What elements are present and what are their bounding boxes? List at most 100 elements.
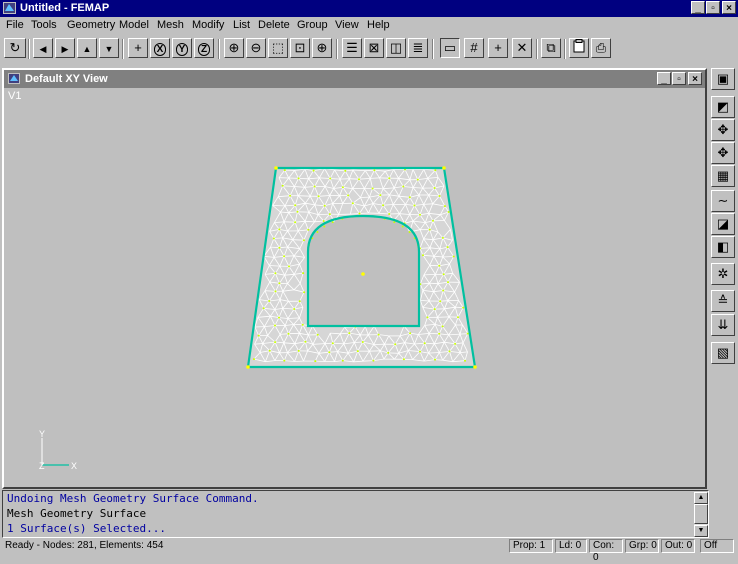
pan-right-icon: ▶ — [62, 44, 69, 54]
solid-view-button[interactable]: ◫ — [386, 38, 406, 58]
mesh-node — [269, 350, 271, 352]
view-maximize-button[interactable]: ▫ — [672, 72, 686, 85]
mesh-node — [329, 178, 331, 180]
mesh-node — [304, 341, 306, 343]
pan-up-button[interactable]: ▲ — [77, 38, 97, 58]
print-button[interactable]: ⎙ — [591, 38, 611, 58]
mesh-node — [258, 335, 260, 337]
scroll-thumb[interactable] — [694, 504, 708, 524]
grid-button[interactable]: # — [464, 38, 484, 58]
mesh-node — [402, 186, 404, 188]
mesh-node — [303, 239, 305, 241]
zoom-out-button[interactable]: ⊖ — [246, 38, 266, 58]
constraint-button[interactable]: ≙ — [711, 290, 735, 312]
pan-down-button[interactable]: ▼ — [99, 38, 119, 58]
pan-right-button[interactable]: ▶ — [55, 38, 75, 58]
mesh-node — [278, 317, 280, 319]
rotate-view-button[interactable]: ↻ — [4, 38, 26, 58]
menu-help[interactable]: Help — [367, 19, 390, 31]
minimize-button[interactable]: _ — [691, 1, 705, 14]
scroll-up-button[interactable]: ▲ — [694, 492, 708, 504]
node-button[interactable]: ✥ — [711, 142, 735, 164]
femap-app-icon[interactable] — [3, 2, 16, 14]
perspective-button[interactable]: ◩ — [711, 96, 735, 118]
mesh-edge — [443, 257, 454, 258]
rotate-z-button[interactable]: Z — [194, 38, 214, 58]
zoom-in-button[interactable]: ⊕ — [224, 38, 244, 58]
mesh-node — [273, 238, 275, 240]
mesh-node — [299, 300, 301, 302]
mesh-edge — [424, 274, 436, 275]
mesh-node — [297, 211, 299, 213]
workplane-button[interactable]: + — [488, 38, 508, 58]
curve-button[interactable]: ∼ — [711, 190, 735, 212]
mesh-node — [278, 247, 280, 249]
menu-view[interactable]: View — [335, 19, 359, 31]
view-minimize-button[interactable]: _ — [657, 72, 671, 85]
mesh-node — [372, 360, 374, 362]
menu-geometry[interactable]: Geometry — [67, 19, 115, 31]
graphics-area[interactable]: V1 Y X Z — [4, 88, 705, 487]
view-window-icon[interactable] — [8, 73, 20, 84]
layers-button[interactable]: ≣ — [408, 38, 428, 58]
contour-button[interactable]: ▧ — [711, 342, 735, 364]
mesh-node — [447, 246, 449, 248]
rotate-y-button[interactable]: Y — [172, 38, 192, 58]
explode-button[interactable]: ✥ — [711, 119, 735, 141]
maximize-button[interactable]: ▫ — [706, 1, 720, 14]
zoom-box-button[interactable]: ⬚ — [268, 38, 288, 58]
mesh-node — [362, 341, 364, 343]
crosshair-button[interactable]: ⊕ — [312, 38, 332, 58]
menu-model[interactable]: Model — [119, 19, 149, 31]
surface-button[interactable]: ◪ — [711, 213, 735, 235]
message-panel[interactable]: Undoing Mesh Geometry Surface Command. M… — [2, 490, 709, 538]
delete-button[interactable]: ✕ — [512, 38, 532, 58]
grid-icon: # — [470, 40, 477, 55]
clipboard-icon — [573, 41, 585, 56]
window-button[interactable]: ▭ — [440, 38, 460, 58]
mesh-node — [464, 360, 466, 362]
autoscale-button[interactable]: ⊡ — [290, 38, 310, 58]
menu-modify[interactable]: Modify — [192, 19, 224, 31]
close-button[interactable]: × — [722, 1, 736, 14]
rotate-z-icon: Z — [198, 43, 210, 56]
pan-left-button[interactable]: ◀ — [33, 38, 53, 58]
copy-view-button[interactable]: ⧉ — [541, 38, 561, 58]
load-button[interactable]: ⇊ — [711, 314, 735, 336]
mesh-node — [314, 360, 316, 362]
rotate-x-button[interactable]: X — [150, 38, 170, 58]
message-scrollbar[interactable]: ▲ ▼ — [694, 492, 708, 537]
view-close-button[interactable]: × — [688, 72, 702, 85]
menu-mesh[interactable]: Mesh — [157, 19, 184, 31]
view-options-button[interactable]: ☰ — [342, 38, 362, 58]
crosshair-icon: ⊕ — [317, 40, 328, 55]
menu-delete[interactable]: Delete — [258, 19, 290, 31]
save-view-button[interactable]: ▣ — [711, 68, 735, 90]
mesh-node — [302, 272, 304, 274]
status-group: Grp: 0 — [625, 539, 659, 553]
status-load: Ld: 0 — [555, 539, 587, 553]
menu-group[interactable]: Group — [297, 19, 328, 31]
menu-list[interactable]: List — [233, 19, 250, 31]
mesh-button[interactable]: ✲ — [711, 263, 735, 285]
pan-left-icon: ◀ — [40, 44, 47, 54]
element-button[interactable]: ▦ — [711, 165, 735, 187]
mesh-node — [253, 358, 255, 360]
view-window-controls: _▫× — [656, 72, 702, 85]
scroll-down-button[interactable]: ▼ — [694, 525, 708, 537]
solid-button[interactable]: ◧ — [711, 236, 735, 258]
clipboard-button[interactable] — [569, 38, 589, 58]
axis-z-label: Z — [39, 461, 45, 471]
menu-file[interactable]: File — [6, 19, 24, 31]
mesh-node — [293, 308, 295, 310]
mesh-node — [447, 281, 449, 283]
autoscale-icon: ⊡ — [295, 40, 306, 55]
center-button[interactable]: + — [128, 38, 148, 58]
mesh-node — [268, 300, 270, 302]
constraint-icon: ≙ — [718, 293, 729, 308]
mesh-model[interactable]: Y X Z — [4, 88, 705, 487]
mesh-edge — [440, 301, 448, 302]
hidden-line-button[interactable]: ⊠ — [364, 38, 384, 58]
copy-view-icon: ⧉ — [546, 40, 555, 55]
menu-tools[interactable]: Tools — [31, 19, 57, 31]
